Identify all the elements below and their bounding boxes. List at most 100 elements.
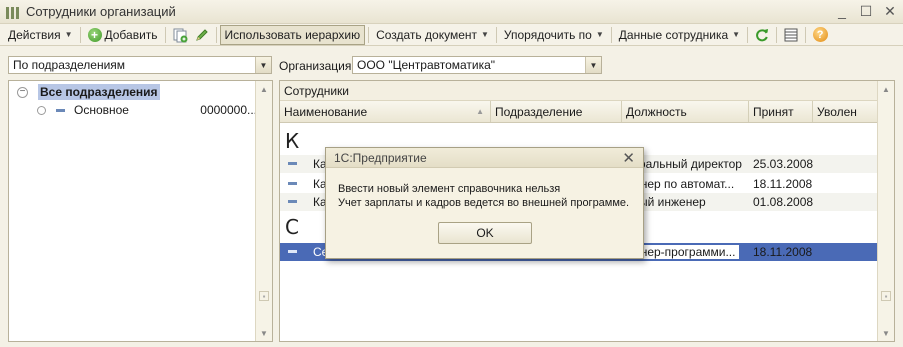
group-mode-value: По подразделениям	[13, 58, 126, 72]
scroll-thumb-icon[interactable]: ▪	[259, 291, 269, 301]
copy-document-icon	[173, 28, 188, 42]
column-hired[interactable]: Принят	[749, 101, 813, 122]
title-bar: Сотрудники организаций _ ☐ ✕	[0, 0, 903, 24]
column-hired-label: Принят	[753, 104, 794, 119]
window-controls: _ ☐ ✕	[835, 3, 897, 20]
column-dismissed-label: Уволен	[817, 104, 857, 119]
dropdown-arrow-icon: ▼	[732, 30, 741, 39]
tree-item-main[interactable]: Основное 0000000...	[37, 101, 257, 119]
element-icon	[288, 162, 297, 165]
group-mode-select[interactable]: По подразделениям ▼	[8, 56, 272, 74]
column-position[interactable]: Должность	[622, 101, 749, 122]
employee-data-label: Данные сотрудника	[618, 27, 729, 42]
toolbar: Действия ▼ + Добавить Использовать иерарх…	[0, 24, 903, 46]
dropdown-arrow-icon: ▼	[595, 30, 604, 39]
toolbar-separator	[805, 26, 807, 43]
scroll-up-icon[interactable]: ▲	[256, 81, 272, 97]
toolbar-separator	[747, 26, 749, 43]
toolbar-separator	[79, 26, 81, 43]
column-position-label: Должность	[626, 104, 687, 119]
column-name[interactable]: Наименование ▲	[280, 101, 491, 122]
organization-value: ООО "Центравтоматика"	[357, 58, 496, 72]
toolbar-separator	[368, 26, 370, 43]
dialog-message-line: Ввести новый элемент справочника нельзя	[338, 183, 561, 195]
sort-by-menu[interactable]: Упорядочить по ▼	[500, 25, 608, 45]
list-settings-button[interactable]	[783, 27, 799, 43]
refresh-icon	[756, 28, 769, 41]
column-department[interactable]: Подразделение	[491, 101, 622, 122]
tree-root-label: Все подразделения	[38, 84, 160, 100]
group-letter: К	[285, 129, 300, 153]
element-icon	[288, 250, 297, 253]
toolbar-separator	[610, 26, 612, 43]
dialog-message-line: Учет зарплаты и кадров ведется во внешне…	[338, 197, 630, 209]
element-icon	[288, 200, 297, 203]
column-headers: Наименование ▲ Подразделение Должность П…	[280, 101, 878, 123]
tree-item-label: Основное	[74, 103, 129, 117]
help-icon: ?	[812, 27, 828, 42]
create-document-label: Создать документ	[376, 27, 477, 42]
actions-menu[interactable]: Действия ▼	[4, 25, 77, 45]
column-dismissed[interactable]: Уволен	[813, 101, 878, 122]
dropdown-arrow-icon: ▼	[64, 30, 73, 39]
minimize-button[interactable]: _	[835, 3, 849, 19]
organization-select[interactable]: ООО "Центравтоматика" ▼	[352, 56, 602, 74]
scroll-thumb-icon[interactable]: ▪	[881, 291, 891, 301]
add-button[interactable]: + Добавить	[84, 25, 162, 45]
catalog-icon	[6, 5, 20, 19]
cell-hired: 18.11.2008	[753, 245, 813, 259]
sort-ascending-icon: ▲	[476, 107, 484, 116]
edit-button[interactable]	[194, 27, 210, 43]
use-hierarchy-toggle[interactable]: Использовать иерархию	[219, 24, 366, 45]
departments-tree[interactable]: − Все подразделения Основное 0000000... …	[8, 80, 273, 342]
copy-element-button[interactable]	[172, 27, 188, 43]
dropdown-arrow-icon[interactable]: ▼	[255, 57, 271, 73]
element-icon	[56, 108, 65, 112]
add-label: Добавить	[104, 27, 158, 42]
message-dialog: 1С:Предприятие ✕ Ввести новый элемент сп…	[325, 147, 644, 259]
employees-header-label: Сотрудники	[284, 83, 349, 98]
cell-hired: 01.08.2008	[753, 195, 814, 209]
tree-node-icon	[37, 105, 46, 115]
group-letter: С	[285, 215, 299, 239]
tree-item-code: 0000000...	[200, 103, 257, 117]
help-button[interactable]: ?	[812, 27, 828, 43]
maximize-button[interactable]: ☐	[859, 3, 873, 19]
scroll-down-icon[interactable]: ▼	[256, 325, 272, 341]
use-hierarchy-label: Использовать иерархию	[224, 27, 361, 42]
ok-button[interactable]: OK	[438, 222, 532, 244]
cell-hired: 25.03.2008	[753, 157, 814, 171]
element-icon	[288, 182, 297, 185]
scroll-down-icon[interactable]: ▼	[878, 325, 894, 341]
dropdown-arrow-icon: ▼	[481, 30, 489, 39]
organization-label: Организация:	[279, 59, 355, 73]
toolbar-separator	[495, 26, 497, 43]
toolbar-separator	[776, 26, 778, 43]
toolbar-separator	[164, 26, 166, 43]
employees-scrollbar[interactable]: ▲ ▪ ▼	[877, 81, 894, 341]
employees-header: Сотрудники	[280, 81, 878, 101]
column-name-label: Наименование	[284, 104, 368, 119]
actions-label: Действия	[8, 27, 61, 42]
tree-root-all-departments[interactable]: − Все подразделения	[17, 83, 160, 101]
tree-scrollbar[interactable]: ▲ ▪ ▼	[255, 81, 272, 341]
employee-data-menu[interactable]: Данные сотрудника ▼	[615, 25, 744, 45]
toolbar-separator	[215, 26, 217, 43]
list-settings-icon	[784, 28, 798, 41]
close-button[interactable]: ✕	[883, 3, 897, 19]
dialog-message: Ввести новый элемент справочника нельзя …	[338, 182, 629, 210]
refresh-button[interactable]	[754, 27, 770, 43]
column-department-label: Подразделение	[495, 104, 583, 119]
cell-hired: 18.11.2008	[753, 177, 813, 191]
sort-by-label: Упорядочить по	[503, 27, 592, 42]
scroll-up-icon[interactable]: ▲	[878, 81, 894, 97]
create-document-menu[interactable]: Создать документ ▼	[372, 25, 493, 45]
close-icon[interactable]: ✕	[622, 149, 635, 167]
add-icon: +	[87, 27, 102, 42]
dropdown-arrow-icon[interactable]: ▼	[585, 57, 601, 73]
collapse-icon[interactable]: −	[17, 86, 28, 98]
dialog-title-bar: 1С:Предприятие ✕	[326, 148, 643, 168]
dialog-title: 1С:Предприятие	[334, 150, 427, 165]
pencil-icon	[195, 28, 208, 41]
window-title: Сотрудники организаций	[26, 4, 176, 19]
